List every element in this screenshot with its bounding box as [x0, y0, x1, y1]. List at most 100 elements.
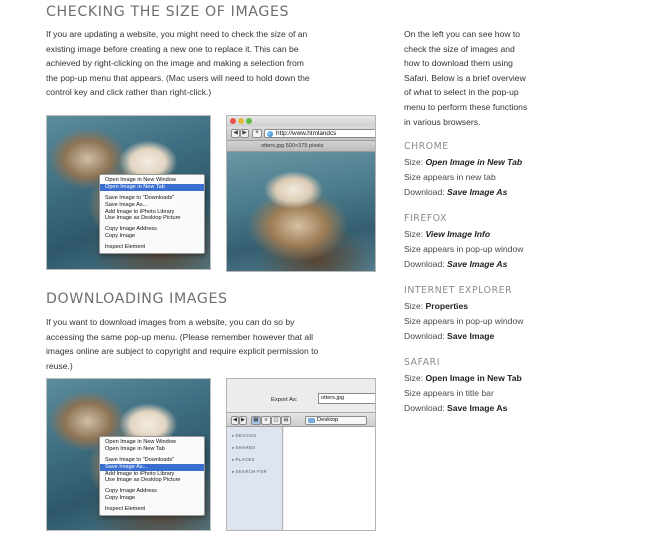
browser-tab-title: otters.jpg 500×375 pixels: [227, 141, 375, 152]
menu-item[interactable]: Save Image to "Downloads": [100, 195, 204, 202]
location-popup[interactable]: Desktop: [305, 416, 367, 425]
menu-item-highlighted[interactable]: Open Image in New Tab: [100, 183, 204, 191]
menu-item[interactable]: Use Image as Desktop Picture: [100, 215, 204, 222]
menu-item[interactable]: Open Image in New Tab: [100, 446, 204, 453]
browser-window-screenshot: ◀ ▶ + http://www.htmlandcs otters.jpg 50…: [226, 115, 376, 272]
url-text: http://www.htmlandcs: [276, 130, 337, 137]
close-dot-icon[interactable]: [230, 118, 236, 124]
download-label: Download:: [404, 331, 445, 341]
intro-line: On the left you can see how to: [404, 29, 521, 39]
back-arrow-icon[interactable]: ◀: [231, 416, 239, 425]
intro-line: in various browsers.: [404, 116, 481, 127]
intro-line: how to download them using: [404, 58, 513, 69]
size-value: View Image Info: [425, 229, 491, 239]
paragraph-line: If you are updating a website, you might…: [46, 29, 308, 39]
back-button[interactable]: ◀: [231, 129, 240, 138]
intro-line: of what to select in the pop-up: [404, 87, 519, 98]
menu-item[interactable]: Copy Image: [100, 233, 204, 240]
otter-image: [227, 152, 375, 271]
menu-item[interactable]: Inspect Element: [100, 506, 204, 513]
icon-view-icon[interactable]: ▦: [251, 416, 261, 425]
browser-download-line: Download: Save Image As: [404, 185, 507, 200]
menu-item[interactable]: Copy Image: [100, 495, 204, 502]
paragraph-line: accessing the same pop-up menu. (Please …: [46, 331, 314, 342]
otter-photo-context-menu: Open Image in New Window Open Image in N…: [46, 115, 211, 270]
download-value: Save Image As: [447, 187, 508, 197]
paragraph-line: reuse.): [46, 360, 73, 371]
menu-item-highlighted[interactable]: Save Image As...: [100, 463, 204, 471]
browser-titlebar: [227, 116, 375, 126]
intro-line: menu to perform these functions: [404, 101, 528, 112]
column-view-icon[interactable]: ◫: [271, 416, 281, 425]
sidebar-item-devices[interactable]: DEVICES: [232, 433, 256, 439]
download-value: Save Image: [447, 331, 495, 341]
dialog-nav-strip: ◀ ▶ ▦ ≡ ◫ ▤ Desktop: [227, 412, 375, 427]
context-menu: Open Image in New Window Open Image in N…: [99, 436, 205, 517]
menu-item[interactable]: Add Image to iPhoto Library: [100, 471, 204, 478]
folder-icon: [308, 418, 315, 423]
globe-icon: [267, 131, 273, 137]
sidebar-item-search-for[interactable]: SEARCH FOR: [232, 469, 267, 475]
sidebar-item-places[interactable]: PLACES: [232, 457, 255, 463]
browser-appears-line: Size appears in new tab: [404, 172, 496, 182]
browser-appears-line: Size appears in pop-up window: [404, 316, 524, 326]
list-view-icon[interactable]: ≡: [261, 416, 271, 425]
otter-photo-save-menu: Open Image in New Window Open Image in N…: [46, 378, 211, 531]
menu-item[interactable]: Save Image As...: [100, 202, 204, 209]
browser-heading-chrome: CHROME: [404, 141, 449, 152]
forward-arrow-icon[interactable]: ▶: [239, 416, 247, 425]
paragraph-line: existing image before creating a new one…: [46, 43, 299, 54]
intro-line: check the size of images and: [404, 43, 515, 54]
menu-item[interactable]: Open Image in New Window: [100, 177, 204, 184]
download-label: Download:: [404, 403, 445, 413]
browser-size-line: Size: Properties: [404, 299, 468, 314]
location-name: Desktop: [317, 417, 339, 423]
size-value: Open Image in New Tab: [425, 157, 523, 167]
minimize-dot-icon[interactable]: [238, 118, 244, 124]
menu-item[interactable]: Open Image in New Window: [100, 439, 204, 446]
size-label: Size:: [404, 157, 424, 167]
download-label: Download:: [404, 187, 445, 197]
menu-item[interactable]: Use Image as Desktop Picture: [100, 477, 204, 484]
download-value: Save Image As: [447, 403, 508, 413]
size-value: Properties: [425, 301, 469, 311]
paragraph-line: images online are subject to copyright a…: [46, 346, 319, 357]
browser-toolbar: ◀ ▶ + http://www.htmlandcs: [227, 126, 375, 141]
paragraph-line: the pop-up menu that appears. (Mac users…: [46, 72, 310, 83]
menu-item[interactable]: Add Image to iPhoto Library: [100, 209, 204, 216]
paragraph-line: If you want to download images from a we…: [46, 317, 295, 327]
paragraph-line: achieved by right-clicking on the image …: [46, 58, 304, 69]
download-label: Download:: [404, 259, 445, 269]
browser-appears-line: Size appears in pop-up window: [404, 244, 524, 254]
forward-button[interactable]: ▶: [240, 129, 249, 138]
menu-item[interactable]: Inspect Element: [100, 244, 204, 251]
export-as-label: Export As:: [271, 397, 298, 403]
coverflow-view-icon[interactable]: ▤: [281, 416, 291, 425]
browser-heading-firefox: FIREFOX: [404, 213, 448, 224]
browser-download-line: Download: Save Image As: [404, 401, 507, 416]
address-bar[interactable]: http://www.htmlandcs: [264, 129, 375, 138]
menu-item[interactable]: Save Image to "Downloads": [100, 457, 204, 464]
browser-heading-safari: SAFARI: [404, 357, 441, 368]
sidebar-item-shared[interactable]: SHARED: [232, 445, 255, 451]
dialog-sidebar: DEVICES SHARED PLACES SEARCH FOR: [227, 427, 283, 530]
browser-appears-line: Size appears in title bar: [404, 388, 494, 398]
filename-field[interactable]: otters.jpg: [318, 393, 375, 404]
size-label: Size:: [404, 373, 424, 383]
browser-size-line: Size: Open Image in New Tab: [404, 371, 522, 386]
size-label: Size:: [404, 301, 424, 311]
browser-size-line: Size: Open Image in New Tab: [404, 155, 522, 170]
overview-intro: On the left you can see how to check the…: [404, 27, 564, 129]
save-dialog-screenshot: Export As: otters.jpg ◀ ▶ ▦ ≡ ◫ ▤ Deskto…: [226, 378, 376, 531]
dialog-file-area[interactable]: [284, 427, 375, 530]
section-heading-checking-size: CHECKING THE SIZE OF IMAGES: [46, 4, 290, 20]
context-menu: Open Image in New Window Open Image in N…: [99, 174, 205, 255]
menu-item[interactable]: Copy Image Address: [100, 226, 204, 233]
browser-download-line: Download: Save Image As: [404, 257, 507, 272]
section-paragraph-downloading: If you want to download images from a we…: [46, 315, 380, 373]
add-bookmark-button[interactable]: +: [252, 129, 262, 138]
section-paragraph-checking-size: If you are updating a website, you might…: [46, 27, 380, 100]
menu-item[interactable]: Copy Image Address: [100, 488, 204, 495]
download-value: Save Image As: [447, 259, 508, 269]
zoom-dot-icon[interactable]: [246, 118, 252, 124]
